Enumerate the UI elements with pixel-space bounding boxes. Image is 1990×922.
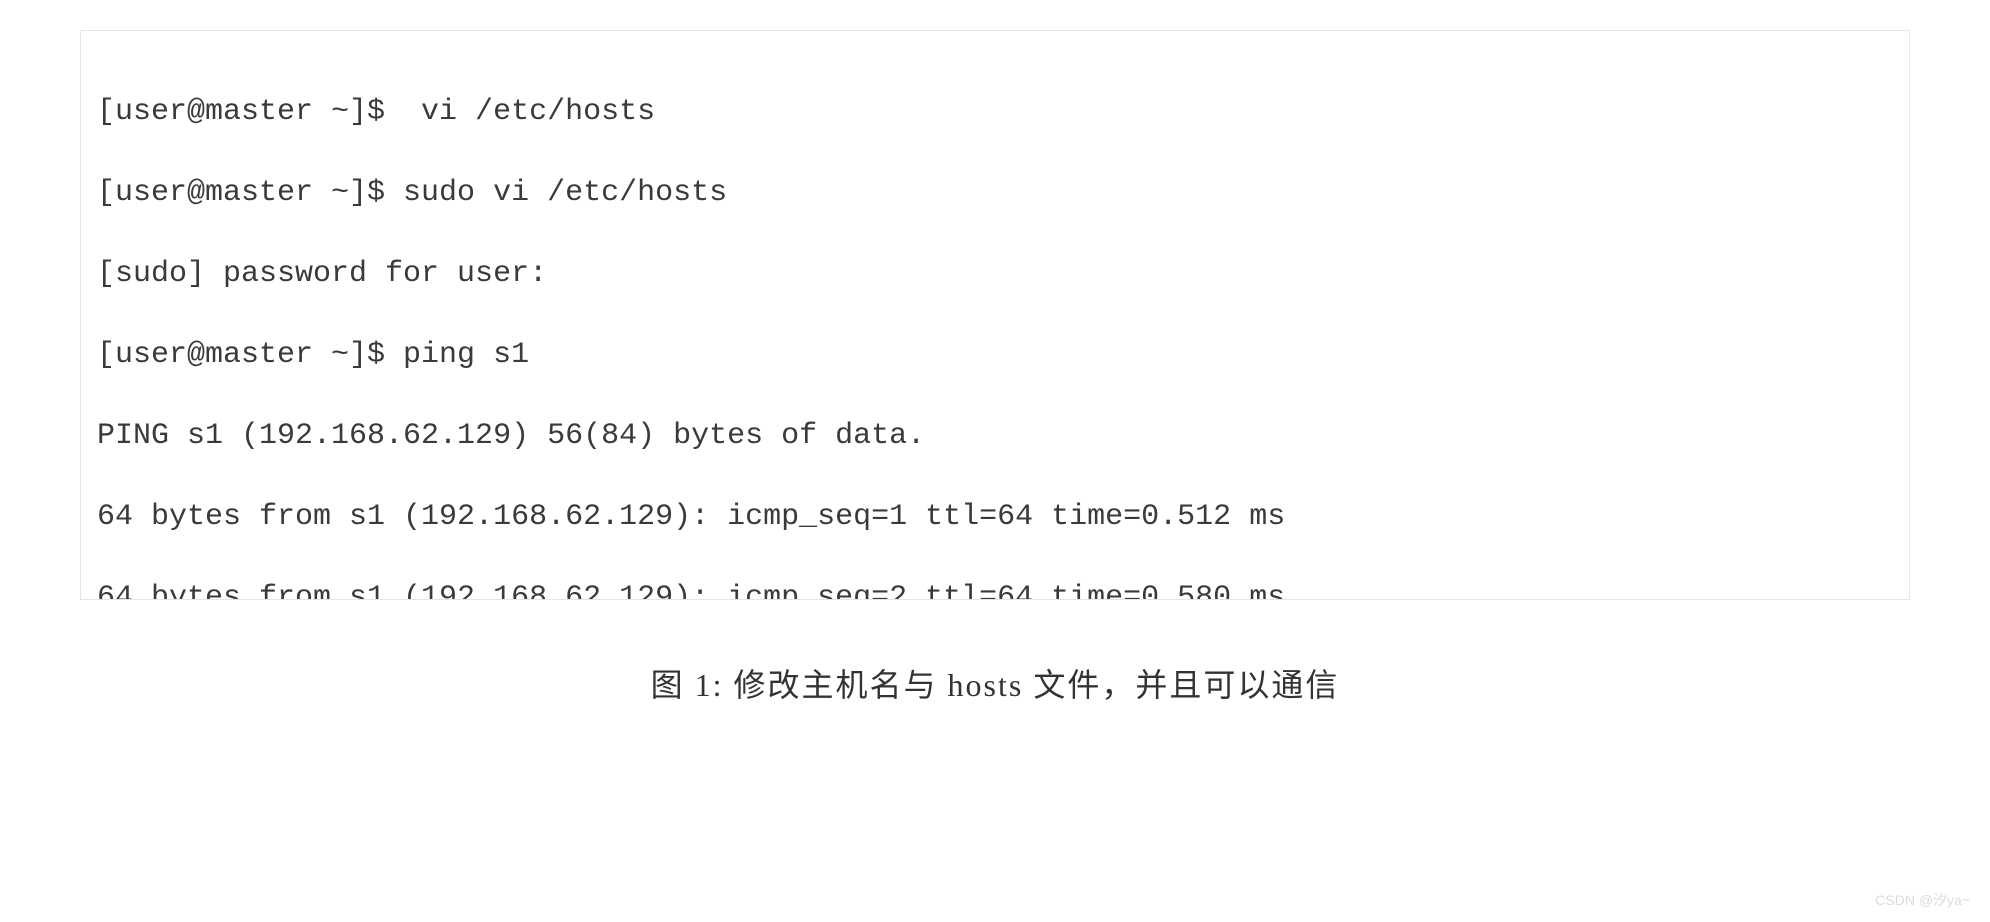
watermark: CSDN @汐ya~ — [1875, 890, 1970, 910]
terminal-line: [user@master ~]$ ping s1 — [97, 335, 1893, 376]
terminal-line: [sudo] password for user: — [97, 254, 1893, 295]
terminal-line: [user@master ~]$ vi /etc/hosts — [97, 92, 1893, 133]
terminal-line: 64 bytes from s1 (192.168.62.129): icmp_… — [97, 497, 1893, 538]
terminal-output: [user@master ~]$ vi /etc/hosts [user@mas… — [80, 30, 1910, 600]
terminal-line: PING s1 (192.168.62.129) 56(84) bytes of… — [97, 416, 1893, 457]
terminal-line: [user@master ~]$ sudo vi /etc/hosts — [97, 173, 1893, 214]
terminal-line: 64 bytes from s1 (192.168.62.129): icmp_… — [97, 578, 1893, 601]
figure-caption: 图 1: 修改主机名与 hosts 文件，并且可以通信 — [80, 660, 1910, 706]
